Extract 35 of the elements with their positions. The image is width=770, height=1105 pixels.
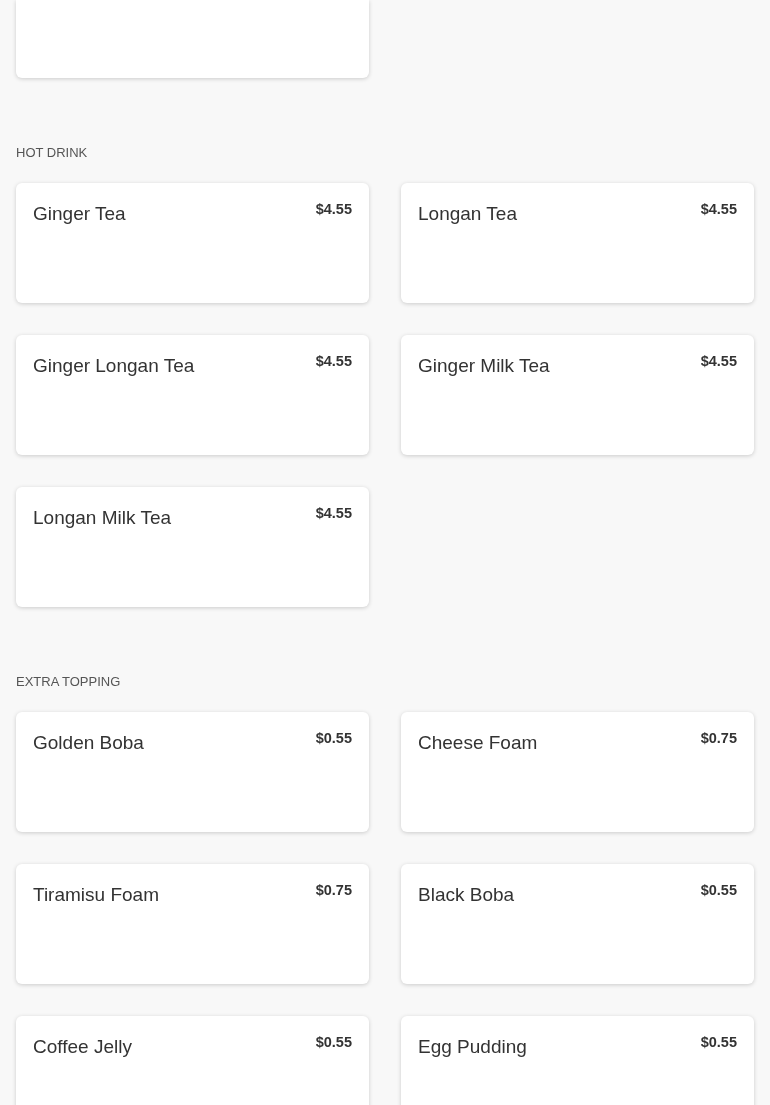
item-price: $4.55 [700,200,737,218]
item-name: Egg Pudding [418,1036,527,1058]
menu-item-card[interactable]: Cheese Foam $0.75 [401,712,754,832]
item-price: $0.75 [315,881,352,899]
menu-item-card[interactable]: Longan Milk Tea $4.55 [16,487,369,607]
item-price: $4.55 [315,352,352,370]
item-price: $0.75 [700,729,737,747]
menu-item-card[interactable]: Ginger Longan Tea $4.55 [16,335,369,455]
item-name: Cheese Foam [418,732,538,754]
section-heading: EXTRA TOPPING [16,674,122,690]
item-price: $4.55 [315,200,352,218]
item-name: Tiramisu Foam [33,884,159,906]
menu-item-card[interactable]: Longan Tea $4.55 [401,183,754,303]
section-heading: HOT DRINK [16,145,89,161]
item-name: Longan Milk Tea [33,507,172,529]
item-price: $0.55 [700,881,737,899]
item-name: Ginger Milk Tea [418,355,550,377]
item-name: Black Boba [418,884,515,906]
menu-item-card[interactable]: Tiramisu Foam $0.75 [16,864,369,984]
menu-item-card[interactable]: Coffee Jelly $0.55 [16,1016,369,1105]
item-name: Coffee Jelly [33,1036,132,1058]
menu-item-card[interactable]: Black Boba $0.55 [401,864,754,984]
item-price: $0.55 [315,729,352,747]
item-price: $4.55 [315,504,352,522]
item-name: Longan Tea [418,203,517,225]
item-name: Ginger Longan Tea [33,355,195,377]
menu-item-card[interactable]: Ginger Milk Tea $4.55 [401,335,754,455]
item-name: Ginger Tea [33,203,126,225]
item-name: Golden Boba [33,732,144,754]
menu-item-card[interactable]: Golden Boba $0.55 [16,712,369,832]
item-price: $0.55 [700,1033,737,1051]
menu-item-card[interactable]: Ginger Tea $4.55 [16,183,369,303]
item-price: $4.55 [700,352,737,370]
menu-item-card[interactable]: Egg Pudding $0.55 [401,1016,754,1105]
item-price: $0.55 [315,1033,352,1051]
